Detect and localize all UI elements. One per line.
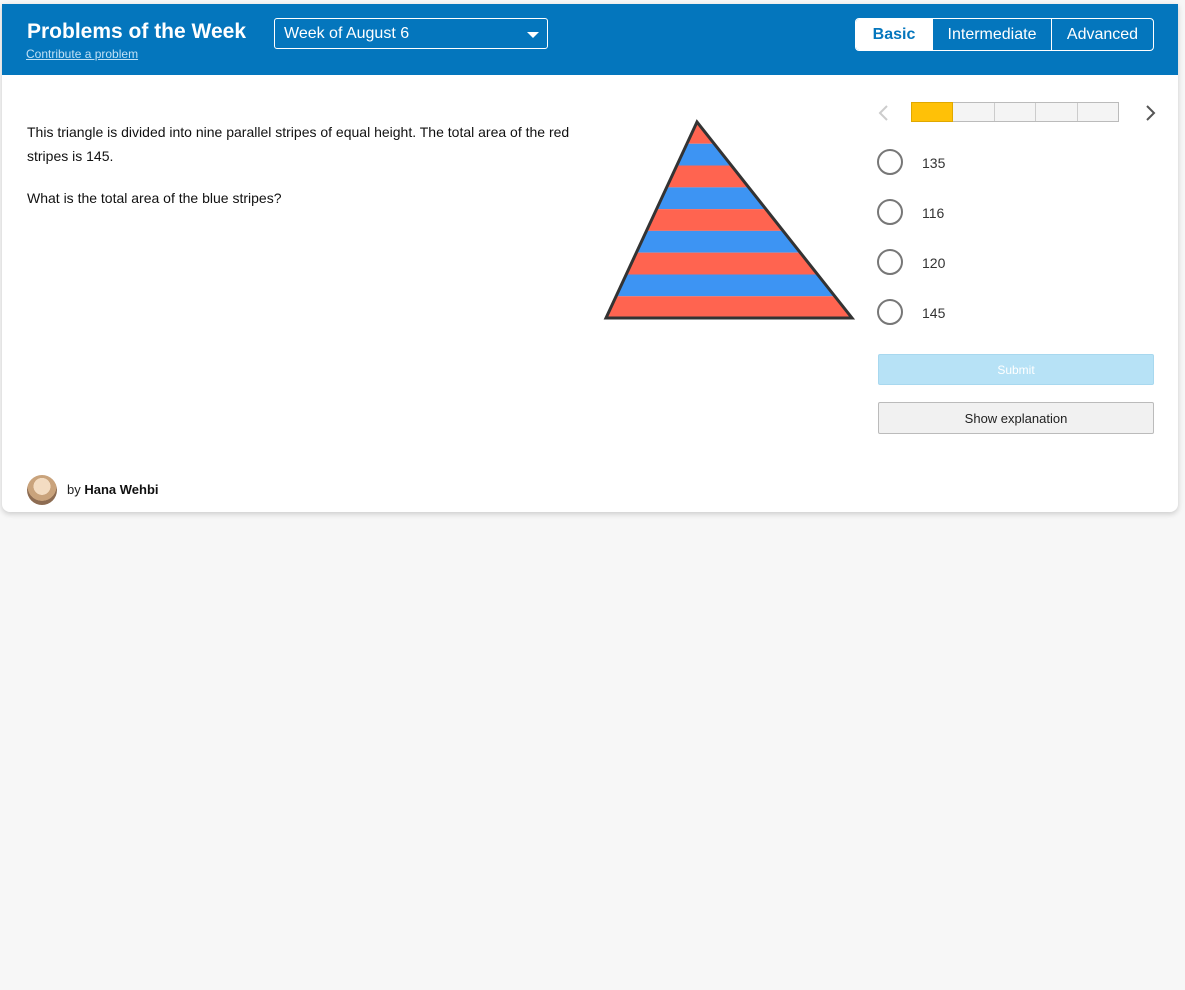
byline-prefix: by (67, 482, 81, 497)
red-stripe (666, 165, 749, 188)
red-stripe (646, 209, 784, 231)
answer-option[interactable]: 145 (877, 299, 1137, 329)
radio-button[interactable] (877, 199, 903, 225)
tab-advanced[interactable]: Advanced (1051, 19, 1153, 50)
striped-triangle-figure (603, 119, 856, 320)
submit-button[interactable]: Submit (878, 354, 1154, 385)
author-name[interactable]: Hana Wehbi (84, 482, 158, 497)
chevron-down-icon (527, 32, 539, 38)
author-byline: by Hana Wehbi (67, 482, 159, 497)
blue-stripe (636, 230, 801, 253)
progress-segment[interactable] (1036, 103, 1078, 121)
answer-label: 120 (922, 255, 946, 271)
radio-button[interactable] (877, 299, 903, 325)
radio-button[interactable] (877, 149, 903, 175)
tab-intermediate[interactable]: Intermediate (932, 19, 1051, 50)
page-title: Problems of the Week (27, 20, 247, 43)
blue-stripe (616, 274, 835, 297)
tab-basic[interactable]: Basic (856, 19, 932, 50)
problem-progress (911, 102, 1119, 122)
show-explanation-button[interactable]: Show explanation (878, 402, 1154, 434)
answer-option[interactable]: 135 (877, 149, 1137, 179)
progress-segment[interactable] (1078, 103, 1118, 121)
week-select[interactable]: Week of August 6 (274, 18, 548, 49)
answer-label: 135 (922, 155, 946, 171)
problem-card: Problems of the Week Contribute a proble… (2, 4, 1178, 512)
red-stripe (606, 296, 852, 318)
answer-label: 116 (922, 205, 945, 221)
radio-button[interactable] (877, 249, 903, 275)
chevron-left-icon[interactable] (874, 103, 894, 123)
avatar[interactable] (27, 475, 57, 505)
red-stripe (626, 252, 818, 275)
question-prompt: What is the total area of the blue strip… (27, 190, 282, 206)
question-text: This triangle is divided into nine paral… (27, 120, 572, 228)
chevron-right-icon[interactable] (1140, 103, 1160, 123)
level-tabs: Basic Intermediate Advanced (855, 18, 1154, 51)
progress-segment[interactable] (995, 103, 1037, 121)
contribute-link[interactable]: Contribute a problem (26, 47, 138, 61)
progress-segment[interactable] (911, 102, 954, 122)
answer-label: 145 (922, 305, 946, 321)
header-bar: Problems of the Week Contribute a proble… (2, 4, 1178, 75)
progress-segment[interactable] (953, 103, 995, 121)
answer-option[interactable]: 120 (877, 249, 1137, 279)
question-paragraph: This triangle is divided into nine paral… (27, 124, 570, 164)
week-select-value: Week of August 6 (284, 25, 410, 42)
answer-option[interactable]: 116 (877, 199, 1137, 229)
